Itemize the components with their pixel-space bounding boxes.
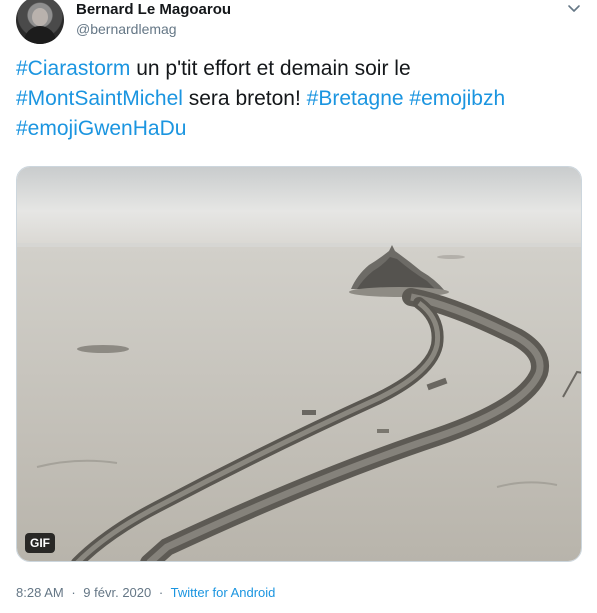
hashtag-link[interactable]: #Bretagne [307, 87, 404, 110]
tweet-text-segment: un p'tit effort et demain soir le [130, 57, 411, 80]
hashtag-link[interactable]: #emojibzh [409, 87, 505, 110]
footer-separator: · [71, 585, 76, 600]
gif-frame-image [17, 167, 581, 561]
tweet-source-link[interactable]: Twitter for Android [171, 585, 276, 600]
author-avatar[interactable] [16, 0, 64, 44]
tweet-text-segment: sera breton! [182, 87, 307, 110]
gif-badge: GIF [25, 533, 55, 553]
tweet-text: #Ciarastorm un p'tit effort et demain so… [16, 54, 581, 144]
hashtag-link[interactable]: #MontSaintMichel [16, 87, 183, 110]
tweet-date[interactable]: 9 févr. 2020 [83, 585, 151, 600]
avatar-face [32, 8, 48, 26]
footer-separator-2: · [158, 585, 164, 600]
hashtag-link[interactable]: #Ciarastorm [16, 57, 130, 80]
tweet-footer: 8:28 AM · 9 févr. 2020 · Twitter for And… [16, 585, 275, 601]
author-handle[interactable]: @bernardlemag [76, 20, 177, 38]
chevron-down-icon[interactable] [566, 2, 582, 16]
tweet-media-gif[interactable]: GIF [16, 166, 582, 562]
hashtag-link[interactable]: #emojiGwenHaDu [16, 117, 186, 140]
tweet-time[interactable]: 8:28 AM [16, 585, 64, 600]
tweet-card: Bernard Le Magoarou @bernardlemag #Ciara… [0, 0, 597, 613]
avatar-shoulders [24, 26, 56, 44]
author-display-name[interactable]: Bernard Le Magoarou [76, 1, 231, 19]
